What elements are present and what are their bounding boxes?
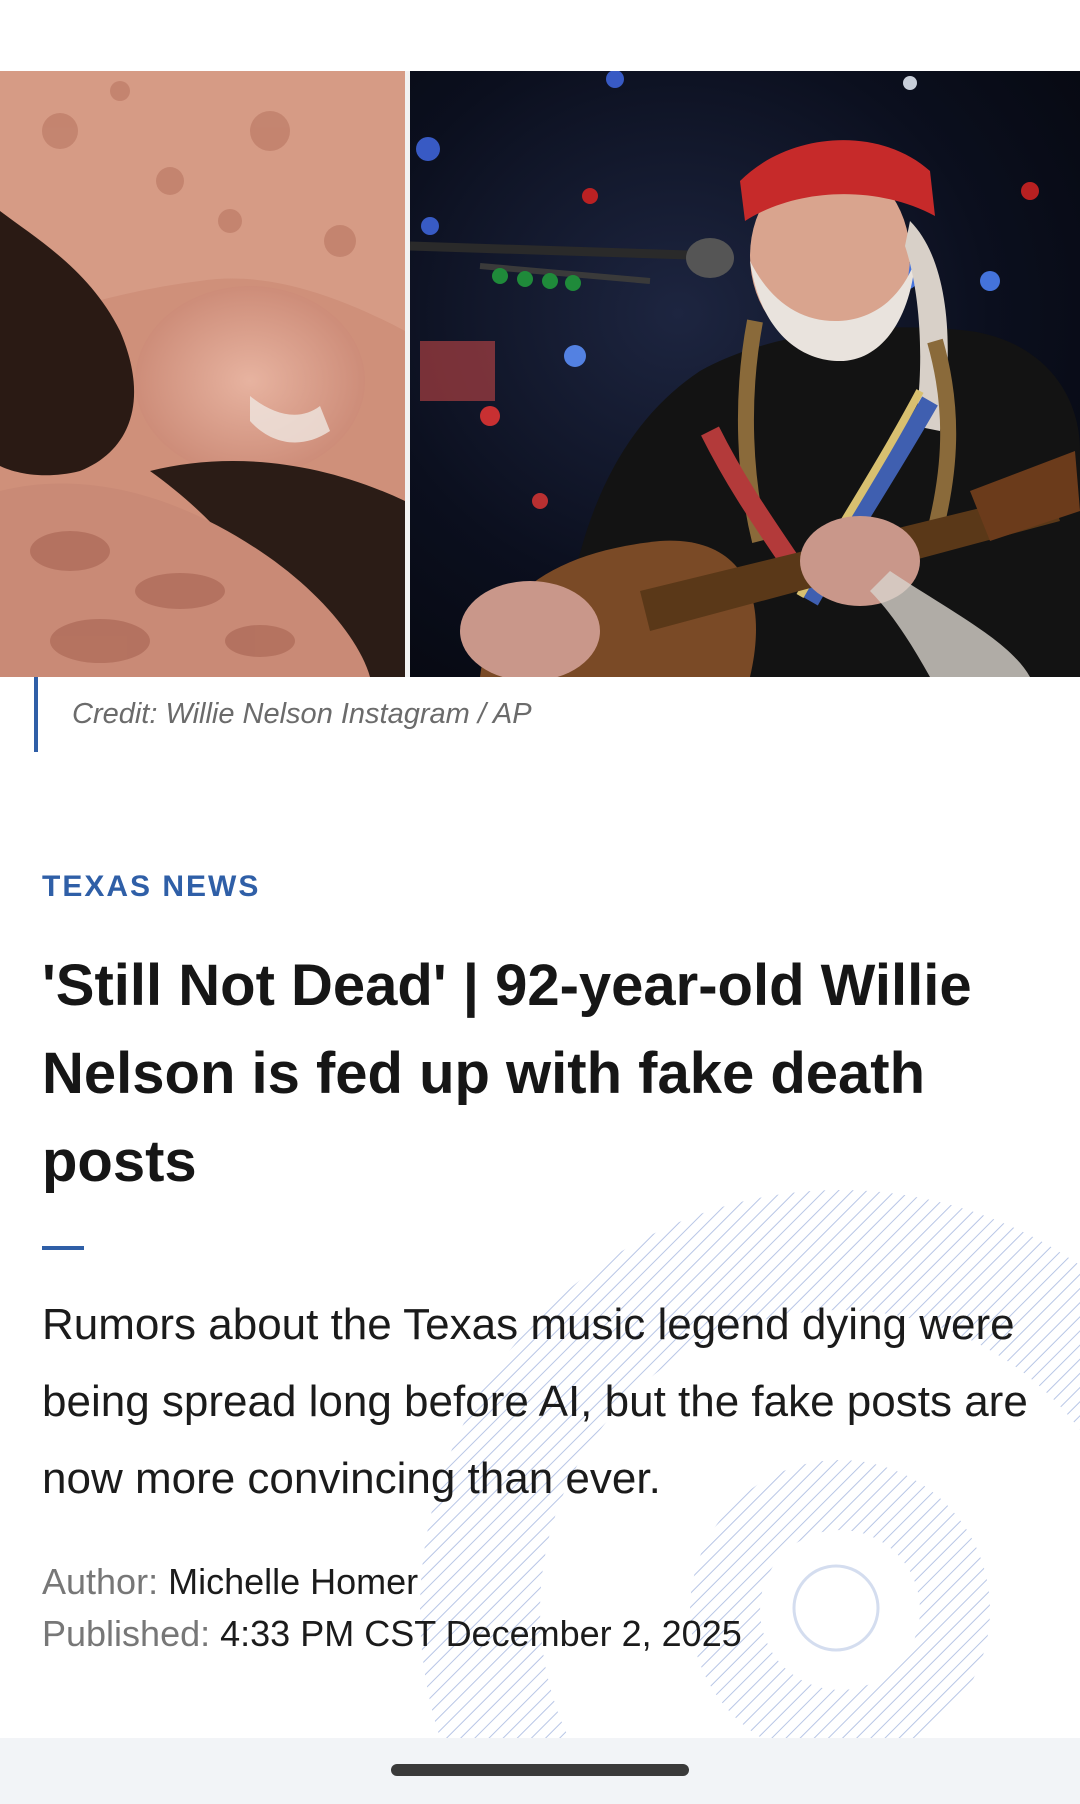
- published-date: 4:33 PM CST December 2, 2025: [220, 1613, 742, 1654]
- section-link-texas-news[interactable]: TEXAS NEWS: [42, 870, 260, 904]
- image-caption: Credit: Willie Nelson Instagram / AP: [34, 677, 1080, 752]
- status-bar-area: [0, 0, 1080, 71]
- ap-concert-photo: [410, 71, 1080, 677]
- instagram-photo: [0, 71, 405, 677]
- image-caption-text: Credit: Willie Nelson Instagram / AP: [72, 698, 532, 730]
- instagram-photo-art: [0, 71, 405, 677]
- article-summary: Rumors about the Texas music legend dyin…: [42, 1300, 1028, 1503]
- concert-photo-art: [410, 71, 1080, 677]
- author-line: Author: Michelle Homer: [42, 1561, 1038, 1603]
- home-indicator[interactable]: [391, 1764, 689, 1776]
- accent-rule: [42, 1246, 84, 1250]
- article-body: TEXAS NEWS 'Still Not Dead' | 92-year-ol…: [0, 752, 1080, 1655]
- bottom-navigation-bar: [0, 1738, 1080, 1804]
- hero-image[interactable]: [0, 71, 1080, 677]
- author-label: Author:: [42, 1561, 159, 1602]
- article-page: Credit: Willie Nelson Instagram / AP TEX…: [0, 0, 1080, 1804]
- published-label: Published:: [42, 1613, 211, 1654]
- article-headline: 'Still Not Dead' | 92-year-old Willie Ne…: [42, 953, 972, 1194]
- author-name[interactable]: Michelle Homer: [168, 1561, 418, 1602]
- published-line: Published: 4:33 PM CST December 2, 2025: [42, 1613, 1038, 1655]
